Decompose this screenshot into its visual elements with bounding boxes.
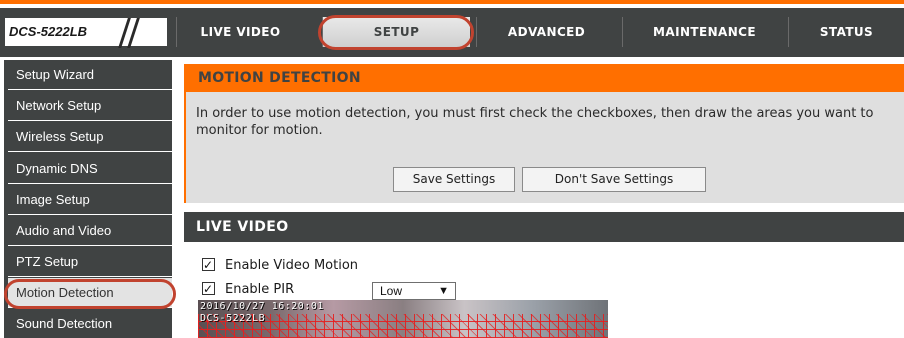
pir-sensitivity-value: Low — [380, 284, 403, 298]
osd-model-name: DCS-5222LB — [200, 313, 266, 324]
sidebar-item-dynamic-dns[interactable]: Dynamic DNS — [8, 154, 172, 184]
live-video-feed[interactable]: 2016/10/27 16:20:01 DCS-5222LB — [198, 300, 608, 338]
sidebar-item-sound-detection[interactable]: Sound Detection — [8, 309, 172, 338]
enable-pir-checkbox[interactable] — [202, 280, 215, 298]
top-accent-line — [0, 0, 904, 4]
chevron-down-icon: ▼ — [438, 285, 449, 297]
tab-maintenance[interactable]: MAINTENANCE — [622, 17, 786, 47]
dont-save-settings-button[interactable]: Don't Save Settings — [522, 167, 706, 192]
motion-detection-panel: MOTION DETECTION In order to use motion … — [184, 64, 904, 203]
brand-slashes-icon — [118, 18, 141, 48]
sidebar-item-setup-wizard[interactable]: Setup Wizard — [8, 60, 172, 90]
main-content: MOTION DETECTION In order to use motion … — [184, 60, 904, 338]
sidebar-item-ptz-setup[interactable]: PTZ Setup — [8, 247, 172, 277]
enable-video-motion-row: Enable Video Motion — [202, 256, 359, 275]
model-logo: DCS-5222LB — [4, 17, 168, 48]
sidebar-item-motion-detection[interactable]: Motion Detection — [8, 278, 172, 308]
tab-setup[interactable]: SETUP — [322, 17, 470, 47]
enable-video-motion-checkbox[interactable] — [202, 256, 215, 274]
save-settings-button[interactable]: Save Settings — [393, 167, 515, 192]
live-video-title: LIVE VIDEO — [184, 212, 904, 242]
enable-video-motion-label: Enable Video Motion — [225, 258, 359, 273]
osd-timestamp: 2016/10/27 16:20:01 — [200, 301, 324, 312]
enable-pir-row: Enable PIR — [202, 280, 295, 299]
sidebar: Setup Wizard Network Setup Wireless Setu… — [4, 60, 172, 338]
sidebar-item-wireless-setup[interactable]: Wireless Setup — [8, 122, 172, 152]
sidebar-item-network-setup[interactable]: Network Setup — [8, 91, 172, 121]
sidebar-item-audio-and-video[interactable]: Audio and Video — [8, 216, 172, 246]
tab-advanced[interactable]: ADVANCED — [476, 17, 616, 47]
motion-detection-title: MOTION DETECTION — [186, 64, 904, 92]
pir-sensitivity-select[interactable]: Low ▼ — [372, 282, 456, 300]
tab-status[interactable]: STATUS — [788, 17, 904, 47]
motion-detection-description: In order to use motion detection, you mu… — [196, 106, 874, 138]
enable-pir-label: Enable PIR — [225, 282, 295, 297]
sidebar-item-image-setup[interactable]: Image Setup — [8, 185, 172, 215]
model-name: DCS-5222LB — [9, 24, 88, 39]
tab-live-video[interactable]: LIVE VIDEO — [176, 17, 304, 47]
